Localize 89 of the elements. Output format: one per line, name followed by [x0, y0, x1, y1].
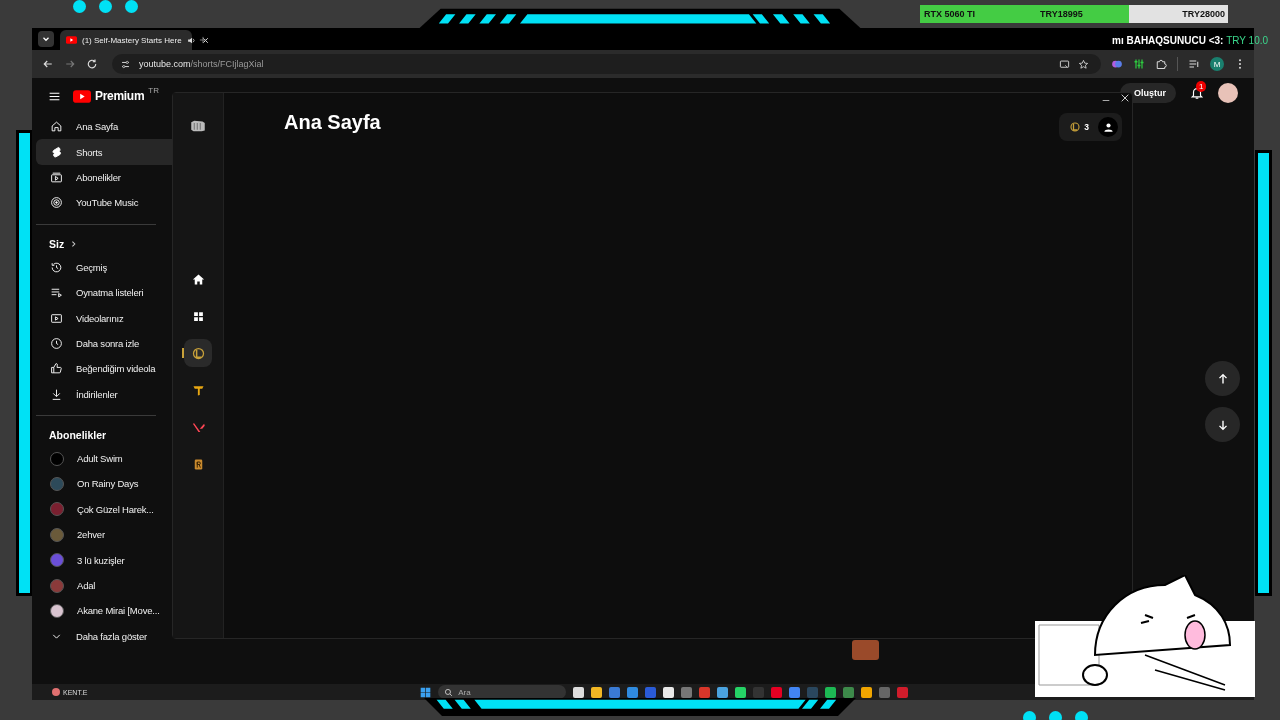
reload-icon[interactable] — [86, 58, 98, 70]
section-heading[interactable]: Siz — [36, 232, 79, 255]
previous-button[interactable] — [1205, 361, 1240, 396]
channel-name: Çok Güzel Harek... — [77, 503, 154, 515]
cast-icon[interactable] — [1059, 58, 1070, 70]
channel-name: 3 lü kuzişler — [77, 554, 125, 566]
channel-avatar — [50, 451, 64, 466]
overlay-dot — [73, 0, 86, 13]
logo-text[interactable]: Premium — [95, 89, 145, 103]
channel-name: Adal — [77, 580, 96, 592]
app-icon[interactable] — [717, 686, 729, 698]
goal-target: TRY28000 — [1182, 9, 1225, 19]
ticker-amount: TRY 10.0 — [1226, 35, 1269, 46]
sidebar-label: Videolarınız — [76, 312, 124, 324]
sidebar-label: Ana Sayfa — [76, 121, 119, 133]
sidebar-label: YouTube Music — [76, 197, 139, 209]
channel-avatar — [50, 553, 64, 568]
section-heading: Abonelikler — [48, 427, 107, 443]
channel-avatar — [50, 477, 64, 491]
app-icon[interactable] — [573, 686, 585, 698]
app-icon[interactable] — [861, 686, 873, 698]
sidebar-label: Oynatma listeleri — [76, 287, 144, 299]
puzzle-icon[interactable] — [1155, 58, 1167, 70]
app-icon[interactable] — [825, 686, 837, 698]
notification-badge: 1 — [1196, 81, 1207, 92]
person-icon — [1102, 121, 1114, 133]
sidebar-label: Abonelikler — [76, 171, 121, 183]
forward-icon[interactable] — [64, 58, 76, 70]
clock-icon — [50, 336, 63, 350]
subscriptions-icon — [50, 170, 63, 184]
overlay-dot — [99, 0, 112, 13]
tab-list-button[interactable] — [38, 31, 54, 47]
speaker-icon[interactable] — [186, 35, 196, 45]
profile-avatar[interactable]: M — [1210, 57, 1224, 71]
channel-name: Akane Mirai [Move... — [77, 605, 160, 617]
address-bar[interactable]: youtube.com/shorts/FCIjlagXial — [112, 54, 1101, 74]
channel-name: Adult Swim — [77, 453, 123, 465]
sidebar-label: Daha sonra izle — [76, 337, 139, 349]
site-settings-icon[interactable] — [120, 58, 131, 70]
page-title: Ana Sayfa — [284, 111, 381, 134]
channel-avatar — [50, 527, 64, 542]
currency-count: 3 — [1084, 122, 1089, 132]
video-icon — [50, 311, 63, 325]
channel-name: 2ehver — [77, 529, 105, 541]
windows-icon[interactable] — [420, 686, 432, 698]
sidebar-label: Shorts — [76, 146, 103, 158]
shorts-icon — [50, 145, 63, 159]
search-field[interactable]: Ara — [438, 685, 567, 699]
sidebar-label: Geçmiş — [76, 261, 107, 273]
close-icon[interactable] — [1120, 93, 1130, 103]
like-icon — [50, 362, 63, 376]
emblem-icon — [1069, 121, 1082, 133]
rail-button[interactable] — [184, 339, 212, 367]
play-logo-icon — [66, 36, 77, 44]
app-icon[interactable] — [735, 686, 747, 698]
play-logo-icon[interactable] — [73, 89, 91, 103]
goal-current: TRY18995 — [1040, 9, 1084, 19]
profile-button[interactable] — [1098, 117, 1118, 137]
thumbnail-placeholder — [852, 640, 879, 660]
goal-item: RTX 5060 TI — [924, 9, 977, 19]
search-icon — [444, 687, 454, 697]
overlay-dot — [125, 0, 138, 13]
history-icon — [50, 260, 63, 274]
app-icon[interactable] — [591, 686, 603, 698]
channel-name: On Rainy Days — [77, 478, 139, 490]
star-icon[interactable] — [1078, 58, 1089, 70]
sidebar-label: Beğendiğim videola — [76, 363, 156, 375]
app-icon[interactable] — [663, 686, 675, 698]
brain-icon[interactable] — [1111, 58, 1123, 70]
download-icon — [50, 387, 63, 401]
equalizer-icon[interactable] — [1133, 58, 1145, 70]
music-icon — [50, 196, 63, 210]
tab-title: (1) Self-Mastery Starts Here — [82, 35, 182, 45]
user-avatar[interactable] — [1218, 83, 1238, 103]
channel-avatar — [50, 502, 64, 517]
bell-icon[interactable] — [1190, 86, 1204, 100]
channel-avatar — [50, 578, 64, 593]
home-icon — [50, 120, 63, 134]
channel-avatar — [50, 603, 64, 618]
back-icon[interactable] — [42, 58, 54, 70]
emblem-icon — [190, 345, 206, 361]
sidebar-label: Daha fazla göster — [76, 630, 148, 642]
media-control-icon[interactable] — [1188, 58, 1200, 70]
sidebar-label: İndirilenler — [76, 388, 118, 400]
playlist-icon — [50, 286, 63, 300]
ticker-name: mı BAHAQSUNUCU <3: — [1112, 35, 1224, 46]
next-button[interactable] — [1205, 407, 1240, 442]
region-code: TR — [148, 86, 159, 95]
url-text: youtube.com/shorts/FCIjlagXial — [139, 59, 264, 69]
